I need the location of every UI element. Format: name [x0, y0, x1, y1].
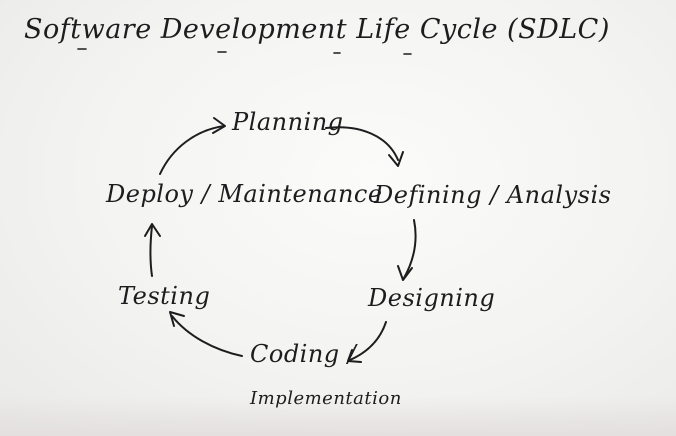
arrow-planning-to-defining: [325, 126, 399, 161]
arrow-defining-to-designing: [403, 219, 417, 279]
arrow-head-deploy-to-planning: [212, 117, 226, 134]
arrow-head-coding-to-testing: [169, 311, 185, 327]
arrow-testing-to-deploy: [149, 225, 153, 277]
arrow-coding-to-testing: [171, 315, 243, 357]
arrow-designing-to-coding: [349, 321, 387, 361]
cycle-arrows: [77, 48, 417, 363]
